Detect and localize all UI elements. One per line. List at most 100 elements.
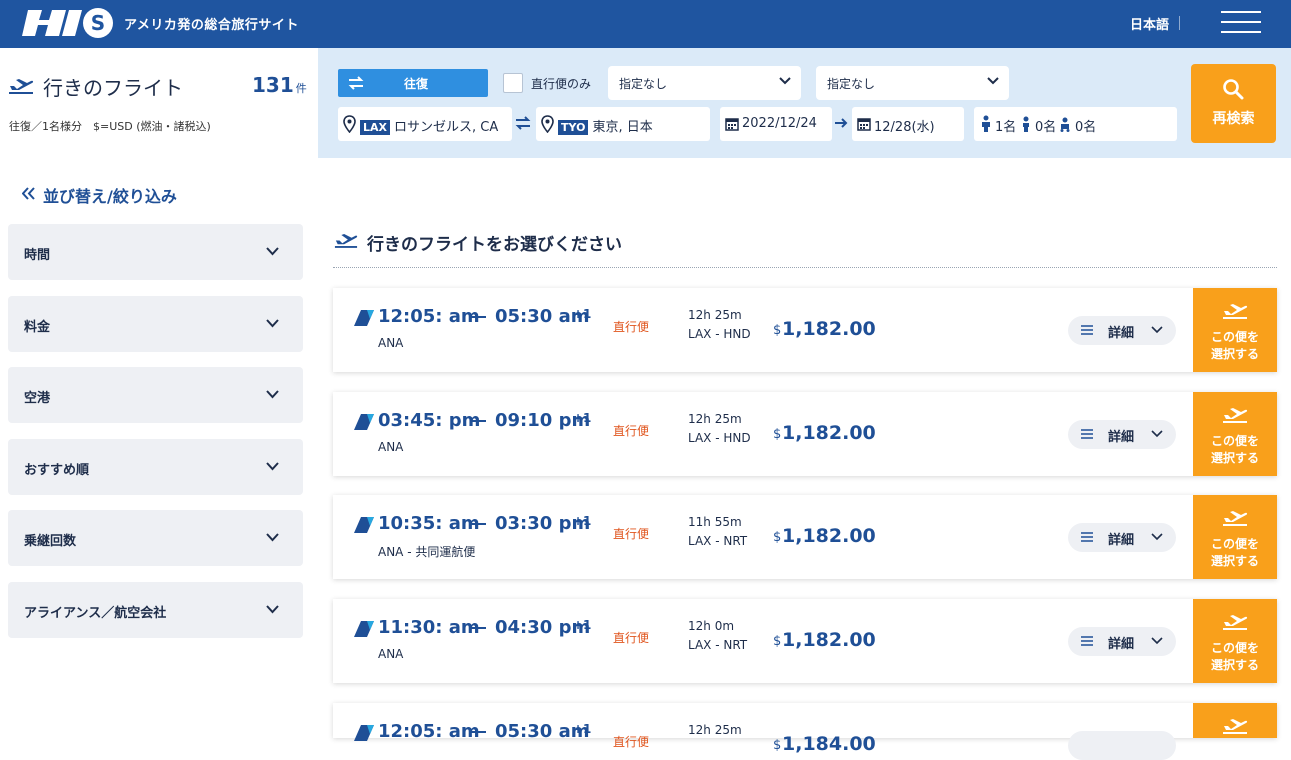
chevron-down-icon — [779, 77, 791, 85]
hamburger-menu-button[interactable] — [1221, 11, 1261, 35]
infant-count: 0名 — [1075, 120, 1097, 135]
currency-symbol: $ — [773, 738, 782, 753]
nonstop-checkbox[interactable] — [503, 73, 523, 93]
depart-date-field[interactable]: 2022/12/24 — [720, 107, 832, 141]
origin-code: LAX — [360, 120, 391, 135]
select-line-1: この便を — [1210, 330, 1259, 344]
language-selector[interactable]: 日本語 — [1130, 14, 1169, 33]
filter-time[interactable]: 時間 — [8, 224, 303, 280]
filter-select-2[interactable]: 指定なし — [816, 66, 1009, 100]
adult-count: 1名 — [995, 120, 1017, 135]
currency-symbol: $ — [773, 634, 782, 649]
departure-time: 12:05: am — [378, 721, 480, 742]
search-icon — [1223, 79, 1244, 100]
return-date-field[interactable]: 12/28(水) — [852, 107, 964, 141]
currency-symbol: $ — [773, 427, 782, 442]
airline-name: ANA — [378, 647, 404, 661]
filter-label: 料金 — [24, 320, 51, 335]
list-icon — [1081, 636, 1093, 646]
research-button[interactable]: 再検索 — [1191, 64, 1276, 143]
filter-label: 空港 — [24, 391, 51, 406]
ana-airline-logo — [354, 621, 374, 637]
location-pin-icon — [343, 115, 356, 133]
flight-card: 11:30: am 04:30 pm +1 ANA 直行便 12h 0m LAX… — [333, 599, 1277, 683]
flight-price: 1,182.00 — [782, 422, 876, 444]
select-flight-button[interactable] — [1193, 703, 1277, 738]
flight-type: 直行便 — [613, 527, 650, 541]
plane-icon — [1223, 408, 1248, 423]
time-separator — [470, 420, 486, 422]
calendar-icon — [725, 118, 739, 131]
return-date-value: 12/28(水) — [874, 120, 935, 135]
flight-route: LAX - NRT — [688, 638, 748, 652]
his-logo[interactable]: S — [22, 7, 114, 39]
details-button[interactable]: 詳細 — [1068, 523, 1176, 552]
filter-select-1-value: 指定なし — [619, 77, 668, 91]
filter-airport[interactable]: 空港 — [8, 367, 303, 423]
currency-symbol: $ — [773, 530, 782, 545]
details-label: 詳細 — [1108, 326, 1135, 341]
filter-price[interactable]: 料金 — [8, 296, 303, 352]
select-line-2: 選択する — [1210, 451, 1259, 465]
departure-plane-icon — [9, 79, 34, 94]
trip-type-label: 往復 — [404, 77, 429, 91]
chevron-down-icon — [987, 77, 999, 85]
time-separator — [470, 523, 486, 525]
swap-route-icon[interactable] — [515, 115, 531, 131]
flight-card: 03:45: pm 09:10 pm +1 ANA 直行便 12h 25m LA… — [333, 392, 1277, 476]
sort-filter-heading-label: 並び替え/絞り込み — [43, 187, 177, 206]
filter-label: おすすめ順 — [24, 463, 90, 478]
price-note: 往復／1名様分 $=USD (燃油・諸税込) — [9, 120, 211, 133]
ana-airline-logo — [354, 414, 374, 430]
flight-duration: 12h 25m — [688, 308, 742, 322]
filter-stops[interactable]: 乗継回数 — [8, 510, 303, 566]
chevron-down-icon — [266, 605, 279, 614]
chevron-down-icon — [266, 247, 279, 256]
details-button[interactable] — [1068, 731, 1176, 760]
select-flight-button[interactable]: この便を 選択する — [1193, 495, 1277, 579]
passenger-field[interactable]: 1名 0名 0名 — [974, 107, 1177, 141]
details-button[interactable]: 詳細 — [1068, 316, 1176, 345]
list-icon — [1081, 532, 1093, 542]
details-label: 詳細 — [1108, 430, 1135, 445]
filter-label: 乗継回数 — [24, 534, 77, 549]
origin-field[interactable]: LAX ロサンゼルス, CA — [338, 107, 512, 141]
filter-label: 時間 — [24, 248, 51, 263]
chevron-down-icon — [1151, 326, 1163, 334]
select-flight-label: この便を 選択する — [1193, 433, 1277, 467]
flight-price: 1,182.00 — [782, 629, 876, 651]
departure-time: 11:30: am — [378, 617, 480, 638]
departure-plane-icon — [334, 234, 358, 248]
trip-type-toggle[interactable]: 往復 — [338, 69, 488, 97]
departure-time: 12:05: am — [378, 306, 480, 327]
result-count: 131 件 — [252, 73, 307, 97]
select-flight-label: この便を 選択する — [1193, 536, 1277, 570]
depart-date-value: 2022/12/24 — [742, 116, 817, 131]
flight-price: 1,184.00 — [782, 733, 876, 755]
chevron-down-icon — [266, 462, 279, 471]
site-tagline: アメリカ発の総合旅行サイト — [124, 18, 299, 33]
destination-value: TYO 東京, 日本 — [558, 116, 653, 135]
select-flight-button[interactable]: この便を 選択する — [1193, 392, 1277, 476]
details-button[interactable]: 詳細 — [1068, 627, 1176, 656]
flight-type: 直行便 — [613, 735, 650, 749]
details-button[interactable]: 詳細 — [1068, 420, 1176, 449]
destination-field[interactable]: TYO 東京, 日本 — [536, 107, 710, 141]
flight-duration: 12h 25m — [688, 412, 742, 426]
flight-type: 直行便 — [613, 631, 650, 645]
next-day-indicator: +1 — [573, 514, 592, 528]
select-flight-button[interactable]: この便を 選択する — [1193, 599, 1277, 683]
filter-alliance-airline[interactable]: アライアンス／航空会社 — [8, 582, 303, 638]
select-flight-label: この便を 選択する — [1193, 329, 1277, 363]
flight-card: 12:05: am 05:30 am +1 ANA 直行便 12h 25m LA… — [333, 288, 1277, 372]
select-line-2: 選択する — [1210, 347, 1259, 361]
select-line-1: この便を — [1210, 641, 1259, 655]
ana-airline-logo — [354, 725, 374, 741]
select-line-1: この便を — [1210, 434, 1259, 448]
flight-card: 12:05: am 05:30 am +1 直行便 12h 25m $ 1,18… — [333, 703, 1277, 760]
chevron-down-icon — [1151, 533, 1163, 541]
filter-select-1[interactable]: 指定なし — [608, 66, 801, 100]
filter-recommended[interactable]: おすすめ順 — [8, 439, 303, 495]
chevron-down-icon — [266, 319, 279, 328]
select-flight-button[interactable]: この便を 選択する — [1193, 288, 1277, 372]
